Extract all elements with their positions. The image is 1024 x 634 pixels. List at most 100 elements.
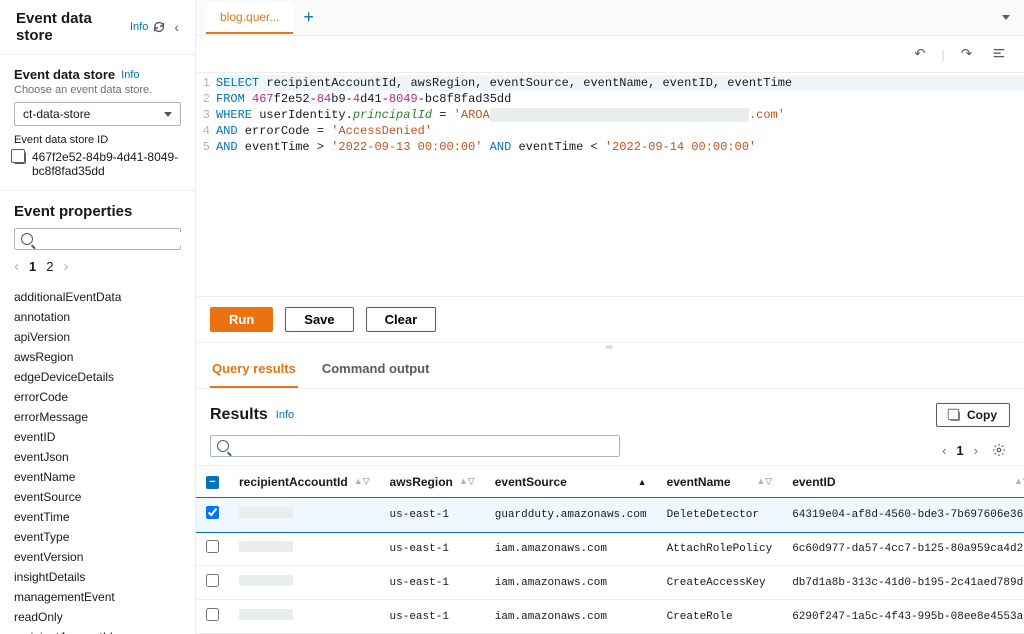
cell-name: CreateRole xyxy=(657,600,783,634)
resize-handle[interactable]: ═ xyxy=(196,343,1024,351)
info-link[interactable]: Info xyxy=(130,21,148,33)
redacted-value xyxy=(239,575,293,586)
cell-name: CreateAccessKey xyxy=(657,566,783,600)
cell-region: us-east-1 xyxy=(380,498,485,532)
results-search-field[interactable] xyxy=(233,439,613,453)
prop-item[interactable]: eventJson xyxy=(14,447,181,467)
cell-name: DeleteDetector xyxy=(657,498,783,532)
cell-region: us-east-1 xyxy=(380,566,485,600)
select-all-checkbox[interactable]: − xyxy=(206,476,219,489)
sidebar-title: Event data store xyxy=(16,10,124,44)
search-icon xyxy=(217,440,229,452)
refresh-icon[interactable] xyxy=(148,16,170,38)
row-checkbox[interactable] xyxy=(206,608,219,621)
prop-item[interactable]: additionalEventData xyxy=(14,287,181,307)
col-eventName[interactable]: eventName▲▽ xyxy=(657,466,783,498)
redo-icon[interactable]: ↷ xyxy=(957,42,976,66)
prop-item[interactable]: insightDetails xyxy=(14,567,181,587)
pager-prev-icon[interactable]: ‹ xyxy=(942,443,946,458)
col-eventSource[interactable]: eventSource▲ xyxy=(485,466,657,498)
prop-item[interactable]: errorCode xyxy=(14,387,181,407)
query-action-row: Run Save Clear xyxy=(196,296,1024,343)
prop-item[interactable]: eventTime xyxy=(14,507,181,527)
row-checkbox[interactable] xyxy=(206,574,219,587)
undo-icon[interactable]: ↶ xyxy=(910,42,929,66)
redacted-value xyxy=(239,609,293,620)
cell-region: us-east-1 xyxy=(380,600,485,634)
collapse-sidebar-icon[interactable]: ‹ xyxy=(170,15,183,39)
sidebar-header: Event data store Info ‹ xyxy=(0,0,195,55)
prop-item[interactable]: readOnly xyxy=(14,607,181,627)
props-list: additionalEventDataannotationapiVersiona… xyxy=(0,283,195,634)
col-eventID[interactable]: eventID▲▽ xyxy=(782,466,1024,498)
prop-item[interactable]: eventType xyxy=(14,527,181,547)
tab-query-results[interactable]: Query results xyxy=(210,351,298,388)
query-tab[interactable]: blog.quer... xyxy=(206,2,293,34)
pager-page[interactable]: 1 xyxy=(29,259,36,274)
gear-icon[interactable] xyxy=(988,439,1010,461)
pager-prev-icon[interactable]: ‹ xyxy=(14,258,19,275)
copy-button[interactable]: Copy xyxy=(936,403,1010,427)
results-tabs: Query results Command output xyxy=(196,351,1024,389)
data-store-selected: ct-data-store xyxy=(23,107,90,121)
prop-item[interactable]: apiVersion xyxy=(14,327,181,347)
cell-name: AttachRolePolicy xyxy=(657,532,783,566)
results-pager: ‹ 1 › xyxy=(942,439,1024,461)
cell-id: db7d1a8b-313c-41d0-b195-2c41aed789d7 xyxy=(782,566,1024,600)
cell-source: iam.amazonaws.com xyxy=(485,600,657,634)
cell-id: 64319e04-af8d-4560-bde3-7b697606e369 xyxy=(782,498,1024,532)
cell-source: iam.amazonaws.com xyxy=(485,532,657,566)
search-icon xyxy=(21,233,33,245)
results-title: Results xyxy=(210,406,268,424)
row-checkbox[interactable] xyxy=(206,540,219,553)
clear-button[interactable]: Clear xyxy=(366,307,437,332)
prop-item[interactable]: errorMessage xyxy=(14,407,181,427)
pager-next-icon[interactable]: › xyxy=(974,443,978,458)
event-props-title: Event properties xyxy=(0,191,195,228)
data-store-hint: Choose an event data store. xyxy=(14,84,181,96)
save-button[interactable]: Save xyxy=(285,307,353,332)
prop-item[interactable]: managementEvent xyxy=(14,587,181,607)
format-icon[interactable] xyxy=(988,43,1010,65)
sidebar: Event data store Info ‹ Event data store… xyxy=(0,0,196,634)
prop-item[interactable]: recipientAccountId xyxy=(14,627,181,634)
data-store-select[interactable]: ct-data-store xyxy=(14,102,181,126)
prop-item[interactable]: edgeDeviceDetails xyxy=(14,367,181,387)
pager-page[interactable]: 2 xyxy=(46,259,53,274)
col-recipientAccountId[interactable]: recipientAccountId▲▽ xyxy=(229,466,380,498)
prop-item[interactable]: eventSource xyxy=(14,487,181,507)
table-row[interactable]: us-east-1iam.amazonaws.comCreateAccessKe… xyxy=(196,566,1024,600)
copy-icon[interactable] xyxy=(14,152,26,164)
props-search-field[interactable] xyxy=(37,232,192,246)
table-row[interactable]: us-east-1guardduty.amazonaws.comDeleteDe… xyxy=(196,498,1024,532)
store-id-label: Event data store ID xyxy=(14,134,181,146)
prop-item[interactable]: eventID xyxy=(14,427,181,447)
info-link[interactable]: Info xyxy=(121,69,139,81)
prop-item[interactable]: annotation xyxy=(14,307,181,327)
run-button[interactable]: Run xyxy=(210,307,273,332)
prop-item[interactable]: eventName xyxy=(14,467,181,487)
prop-item[interactable]: eventVersion xyxy=(14,547,181,567)
table-row[interactable]: us-east-1iam.amazonaws.comAttachRolePoli… xyxy=(196,532,1024,566)
prop-item[interactable]: awsRegion xyxy=(14,347,181,367)
info-link[interactable]: Info xyxy=(276,409,294,421)
cell-source: iam.amazonaws.com xyxy=(485,566,657,600)
editor-toolbar: ↶ | ↷ xyxy=(196,36,1024,73)
cell-region: us-east-1 xyxy=(380,532,485,566)
add-tab-button[interactable]: + xyxy=(293,1,324,34)
col-awsRegion[interactable]: awsRegion▲▽ xyxy=(380,466,485,498)
table-row[interactable]: us-east-1iam.amazonaws.comCreateRole6290… xyxy=(196,600,1024,634)
props-search-input[interactable] xyxy=(14,228,181,250)
redacted-value xyxy=(239,541,293,552)
results-search-input[interactable] xyxy=(210,435,620,457)
tab-command-output[interactable]: Command output xyxy=(320,351,432,388)
results-table-wrap: − recipientAccountId▲▽ awsRegion▲▽ event… xyxy=(196,465,1024,634)
tab-options-icon[interactable] xyxy=(998,11,1014,24)
event-props-section: Event properties ‹ 1 2 › additionalEvent… xyxy=(0,191,195,634)
main: blog.quer... + ↶ | ↷ 12345SELECT recipie… xyxy=(196,0,1024,634)
store-id-value: 467f2e52-84b9-4d41-8049-bc8f8fad35dd xyxy=(14,150,181,178)
row-checkbox[interactable] xyxy=(206,506,219,519)
pager-next-icon[interactable]: › xyxy=(63,258,68,275)
sql-editor[interactable]: 12345SELECT recipientAccountId, awsRegio… xyxy=(196,73,1024,296)
query-tabs-bar: blog.quer... + xyxy=(196,0,1024,36)
